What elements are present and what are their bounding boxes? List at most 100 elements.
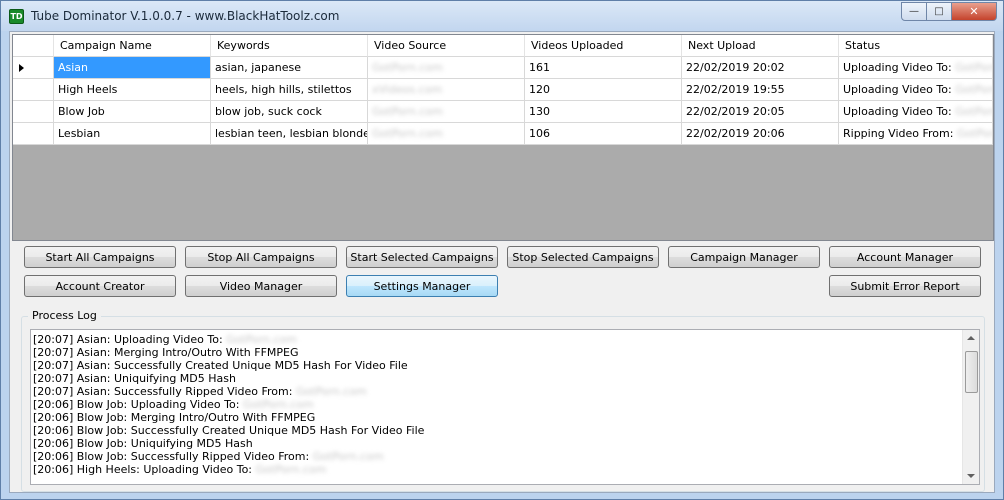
status-cell[interactable]: Uploading Video To: GotPorn.com <box>839 101 993 123</box>
minimize-button[interactable]: — <box>901 2 927 21</box>
campaign-name-cell[interactable]: High Heels <box>54 79 211 101</box>
row-header[interactable] <box>13 79 54 101</box>
log-line-text: [20:06] Blow Job: Merging Intro/Outro Wi… <box>33 411 316 424</box>
column-header-videos-uploaded[interactable]: Videos Uploaded <box>525 35 682 57</box>
log-line: [20:06] Blow Job: Successfully Created U… <box>33 424 958 437</box>
window-title: Tube Dominator V.1.0.0.7 - www.BlackHatT… <box>31 9 340 23</box>
maximize-icon: □ <box>934 6 944 17</box>
log-line-text: [20:07] Asian: Uploading Video To: <box>33 333 223 346</box>
account-manager-button[interactable]: Account Manager <box>829 246 981 268</box>
video-source-cell[interactable]: GotPorn.com <box>368 57 525 79</box>
column-header-keywords[interactable]: Keywords <box>211 35 368 57</box>
log-line-text: [20:06] Blow Job: Successfully Ripped Vi… <box>33 450 310 463</box>
status-text: Uploading Video To: <box>843 105 952 118</box>
video-source-cell[interactable]: GotPorn.com <box>368 123 525 145</box>
status-cell[interactable]: Uploading Video To: GotPorn.com <box>839 57 993 79</box>
stop-all-campaigns-button[interactable]: Stop All Campaigns <box>185 246 337 268</box>
title-bar[interactable]: TD Tube Dominator V.1.0.0.7 - www.BlackH… <box>1 1 1003 31</box>
log-line-site: GotPorn.com <box>242 398 314 411</box>
status-text: Ripping Video From: <box>843 127 954 140</box>
videos-uploaded-cell[interactable]: 161 <box>525 57 682 79</box>
log-scrollbar[interactable] <box>962 330 979 484</box>
status-cell[interactable]: Uploading Video To: GotPorn.com <box>839 79 993 101</box>
scroll-up-arrow-icon[interactable] <box>967 336 975 340</box>
column-header-campaign-name[interactable]: Campaign Name <box>54 35 211 57</box>
stop-selected-campaigns-button[interactable]: Stop Selected Campaigns <box>507 246 659 268</box>
log-line-site: GotPorn.com <box>312 450 384 463</box>
log-line-text: [20:07] Asian: Successfully Created Uniq… <box>33 359 408 372</box>
process-log-label: Process Log <box>28 309 101 322</box>
status-site: GotPorn.com <box>955 105 993 118</box>
row-header-corner[interactable] <box>13 35 54 57</box>
table-row[interactable]: High Heels heels, high hills, stilettos … <box>13 79 993 101</box>
next-upload-cell[interactable]: 22/02/2019 20:05 <box>682 101 839 123</box>
keywords-cell[interactable]: heels, high hills, stilettos <box>211 79 368 101</box>
table-row[interactable]: Lesbian lesbian teen, lesbian blonde, l.… <box>13 123 993 145</box>
log-line-text: [20:07] Asian: Merging Intro/Outro With … <box>33 346 299 359</box>
log-line-text: [20:06] Blow Job: Successfully Created U… <box>33 424 425 437</box>
log-line: [20:07] Asian: Successfully Ripped Video… <box>33 385 958 398</box>
campaign-name-cell[interactable]: Lesbian <box>54 123 211 145</box>
row-header[interactable] <box>13 101 54 123</box>
main-window: TD Tube Dominator V.1.0.0.7 - www.BlackH… <box>0 0 1004 500</box>
window-controls: — □ ✕ <box>901 2 997 21</box>
next-upload-cell[interactable]: 22/02/2019 19:55 <box>682 79 839 101</box>
video-manager-button[interactable]: Video Manager <box>185 275 337 297</box>
log-line-site: GotPorn.com <box>255 463 327 476</box>
log-line: [20:06] Blow Job: Uploading Video To: Go… <box>33 398 958 411</box>
scrollbar-thumb[interactable] <box>965 351 978 393</box>
campaign-grid[interactable]: Campaign Name Keywords Video Source Vide… <box>12 34 994 241</box>
status-text: Uploading Video To: <box>843 61 952 74</box>
campaign-name-cell[interactable]: Blow Job <box>54 101 211 123</box>
videos-uploaded-cell[interactable]: 106 <box>525 123 682 145</box>
scroll-down-arrow-icon[interactable] <box>967 474 975 478</box>
log-line: [20:06] Blow Job: Merging Intro/Outro Wi… <box>33 411 958 424</box>
status-text: Uploading Video To: <box>843 83 952 96</box>
video-source-cell[interactable]: GotPorn.com <box>368 101 525 123</box>
log-line: [20:06] High Heels: Uploading Video To: … <box>33 463 958 476</box>
start-selected-campaigns-button[interactable]: Start Selected Campaigns <box>346 246 498 268</box>
next-upload-cell[interactable]: 22/02/2019 20:02 <box>682 57 839 79</box>
process-log-group: Process Log [20:07] Asian: Uploading Vid… <box>21 309 985 492</box>
keywords-cell[interactable]: asian, japanese <box>211 57 368 79</box>
client-area: Campaign Name Keywords Video Source Vide… <box>9 31 995 493</box>
log-line-site: GotPorn.com <box>226 333 298 346</box>
videos-uploaded-cell[interactable]: 120 <box>525 79 682 101</box>
log-line: [20:07] Asian: Merging Intro/Outro With … <box>33 346 958 359</box>
status-cell[interactable]: Ripping Video From: GotPorn.com <box>839 123 993 145</box>
submit-error-report-button[interactable]: Submit Error Report <box>829 275 981 297</box>
log-lines: [20:07] Asian: Uploading Video To: GotPo… <box>33 333 958 476</box>
app-logo-icon: TD <box>9 9 24 24</box>
next-upload-cell[interactable]: 22/02/2019 20:06 <box>682 123 839 145</box>
keywords-cell[interactable]: lesbian teen, lesbian blonde, l... <box>211 123 368 145</box>
row-header[interactable] <box>13 57 54 79</box>
log-line: [20:06] Blow Job: Uniquifying MD5 Hash <box>33 437 958 450</box>
status-site: GotPorn.com <box>955 61 993 74</box>
campaign-name-cell[interactable]: Asian <box>54 57 211 79</box>
campaign-manager-button[interactable]: Campaign Manager <box>668 246 820 268</box>
log-line: [20:07] Asian: Successfully Created Uniq… <box>33 359 958 372</box>
log-line: [20:07] Asian: Uniquifying MD5 Hash <box>33 372 958 385</box>
video-source-cell[interactable]: xVideos.com <box>368 79 525 101</box>
settings-manager-button[interactable]: Settings Manager <box>346 275 498 297</box>
table-row[interactable]: Blow Job blow job, suck cock GotPorn.com… <box>13 101 993 123</box>
current-row-arrow-icon <box>19 64 24 72</box>
process-log-textbox[interactable]: [20:07] Asian: Uploading Video To: GotPo… <box>30 329 980 485</box>
videos-uploaded-cell[interactable]: 130 <box>525 101 682 123</box>
status-site: GotPorn.com <box>955 83 993 96</box>
keywords-cell[interactable]: blow job, suck cock <box>211 101 368 123</box>
maximize-button[interactable]: □ <box>927 2 952 21</box>
log-line-text: [20:07] Asian: Uniquifying MD5 Hash <box>33 372 236 385</box>
status-site: GotPorn.com <box>956 127 992 140</box>
column-header-video-source[interactable]: Video Source <box>368 35 525 57</box>
account-creator-button[interactable]: Account Creator <box>24 275 176 297</box>
video-source-value: GotPorn.com <box>372 105 443 118</box>
video-source-value: xVideos.com <box>372 83 443 96</box>
start-all-campaigns-button[interactable]: Start All Campaigns <box>24 246 176 268</box>
table-row[interactable]: Asian asian, japanese GotPorn.com 161 22… <box>13 57 993 79</box>
column-header-status[interactable]: Status <box>839 35 993 57</box>
column-header-next-upload[interactable]: Next Upload <box>682 35 839 57</box>
close-button[interactable]: ✕ <box>952 2 997 21</box>
grid-header-row: Campaign Name Keywords Video Source Vide… <box>13 35 993 57</box>
row-header[interactable] <box>13 123 54 145</box>
